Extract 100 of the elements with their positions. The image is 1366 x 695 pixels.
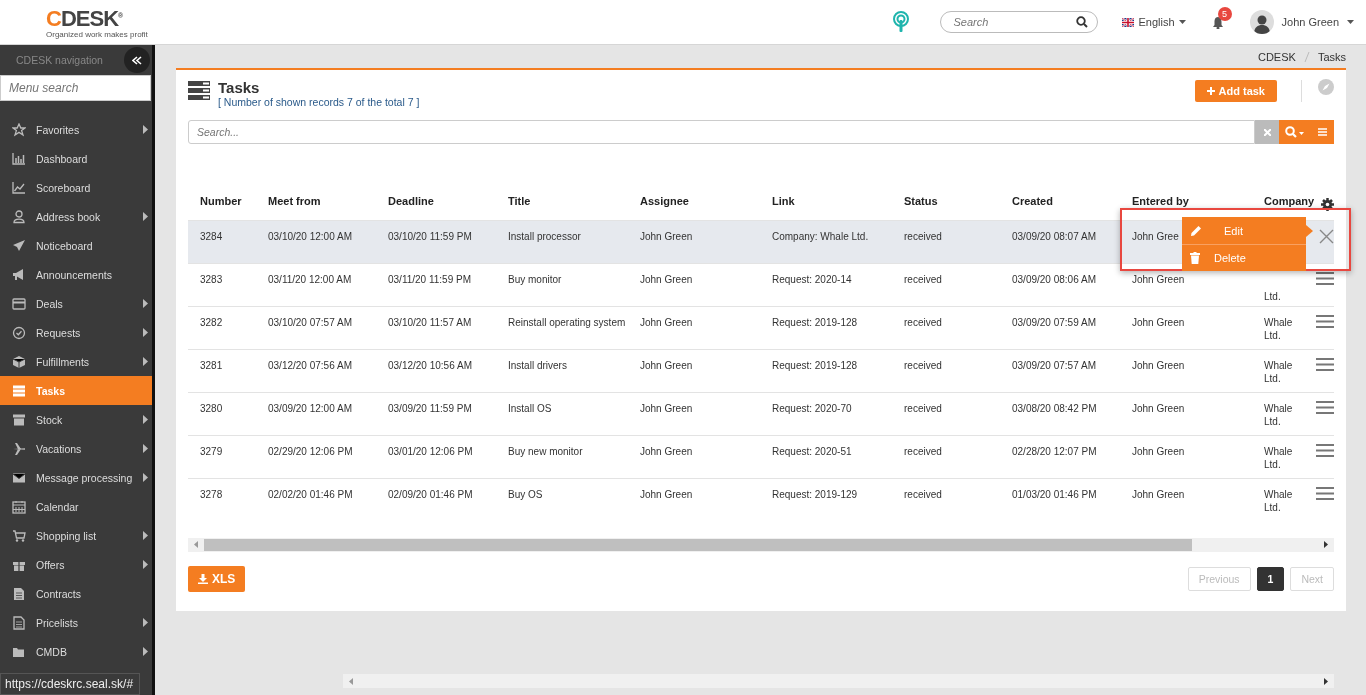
table-cell: 3281 bbox=[200, 360, 223, 371]
table-cell: 03/10/20 07:57 AM bbox=[268, 317, 352, 328]
document-icon bbox=[12, 615, 26, 630]
sidebar-item[interactable]: Fulfillments bbox=[0, 347, 152, 376]
menu-icon[interactable] bbox=[1316, 444, 1334, 457]
column-header[interactable]: Status bbox=[904, 195, 938, 207]
table-cell: 02/28/20 12:07 PM bbox=[1012, 446, 1097, 457]
user-menu[interactable]: John Green bbox=[1249, 10, 1354, 34]
sidebar-item[interactable]: Announcements bbox=[0, 260, 152, 289]
table-cell: 01/03/20 01:46 PM bbox=[1012, 489, 1097, 500]
table-row[interactable]: 3280 03/09/20 12:00 AM 03/09/20 11:59 PM Install OS John Green Request: 2020-70 received 03/08/20 08:42 PM John Green Whale Ltd. bbox=[188, 392, 1334, 436]
search-field[interactable]: Search... bbox=[188, 120, 1255, 144]
table-cell: Install processor bbox=[508, 231, 581, 242]
table-cell: 3284 bbox=[200, 231, 223, 242]
table-cell: 03/11/20 12:00 AM bbox=[268, 274, 352, 285]
column-header[interactable]: Link bbox=[772, 195, 795, 207]
settings-icon[interactable] bbox=[1321, 197, 1334, 211]
scroll-right-icon bbox=[1324, 677, 1329, 685]
collapse-button[interactable] bbox=[124, 47, 150, 73]
table-cell: Install OS bbox=[508, 403, 552, 414]
menu-icon[interactable] bbox=[1316, 358, 1334, 371]
sidebar-item[interactable]: Shopping list bbox=[0, 521, 152, 550]
table-cell: received bbox=[904, 446, 942, 457]
menu-icon bbox=[1317, 128, 1327, 136]
sidebar-item[interactable]: Message processing bbox=[0, 463, 152, 492]
column-header[interactable]: Number bbox=[200, 195, 242, 207]
table-cell: 03/09/20 08:07 AM bbox=[1012, 231, 1096, 242]
sidebar-title: CDESK navigation bbox=[16, 54, 103, 66]
download-icon bbox=[198, 573, 208, 584]
table-cell: received bbox=[904, 274, 942, 285]
horizontal-scrollbar[interactable] bbox=[188, 537, 1334, 552]
tagline: Organized work makes profit bbox=[46, 30, 149, 40]
column-header[interactable]: Entered by bbox=[1132, 195, 1189, 207]
table-cell: 03/09/20 07:59 AM bbox=[1012, 317, 1096, 328]
bar-chart-icon bbox=[12, 151, 26, 166]
menu-search-field[interactable]: Menu search bbox=[0, 75, 151, 101]
breadcrumb-link[interactable]: CDESK bbox=[1257, 50, 1296, 63]
sidebar-item[interactable]: Vacations bbox=[0, 434, 152, 463]
sidebar-item[interactable]: Stock bbox=[0, 405, 152, 434]
table-cell: John Green bbox=[640, 317, 693, 328]
table-cell: received bbox=[904, 231, 942, 242]
sidebar-item[interactable]: Pricelists bbox=[0, 608, 152, 637]
sidebar-item[interactable]: Deals bbox=[0, 289, 152, 318]
table-cell: received bbox=[904, 317, 942, 328]
table-row[interactable]: 3281 03/12/20 07:56 AM 03/12/20 10:56 AM Install drivers John Green Request: 2019-128 received 03/09/20 07:57 AM John Green Whale Ltd. bbox=[188, 349, 1334, 393]
table-cell: 03/10/20 11:59 PM bbox=[388, 231, 472, 242]
close-icon[interactable] bbox=[1319, 229, 1334, 244]
table-cell: John Green bbox=[640, 403, 693, 414]
column-header[interactable]: Deadline bbox=[388, 195, 434, 207]
search-field[interactable]: Search bbox=[940, 11, 1099, 33]
notification-badge: 5 bbox=[1217, 6, 1232, 21]
sidebar-item[interactable]: Requests bbox=[0, 318, 152, 347]
table-row[interactable]: 3283 03/11/20 12:00 AM 03/11/20 11:59 PM Buy monitor John Green Request: 2020-14 received 03/09/20 08:06 AM John Green Ltd. bbox=[188, 263, 1334, 307]
sidebar-item[interactable]: Favorites bbox=[0, 115, 152, 144]
record-count: [ Number of shown records 7 of the total 7 ] bbox=[218, 96, 420, 108]
sidebar-item[interactable]: Noticeboard bbox=[0, 231, 152, 260]
bell-icon[interactable] bbox=[1211, 15, 1224, 29]
archive-icon bbox=[12, 412, 26, 427]
breadcrumb-link[interactable]: Tasks bbox=[1317, 50, 1346, 63]
sidebar-item[interactable]: Dashboard bbox=[0, 144, 152, 173]
line-chart-icon bbox=[12, 180, 26, 195]
table-cell: Buy OS bbox=[508, 489, 543, 500]
sidebar-item[interactable]: Offers bbox=[0, 550, 152, 579]
sidebar-item[interactable]: Scoreboard bbox=[0, 173, 152, 202]
column-header[interactable]: Created bbox=[1012, 195, 1053, 207]
table-cell: 03/10/20 12:00 AM bbox=[268, 231, 352, 242]
sidebar-item[interactable]: Address book bbox=[0, 202, 152, 231]
column-header[interactable]: Assignee bbox=[640, 195, 689, 207]
menu-icon[interactable] bbox=[1316, 487, 1334, 500]
table-row[interactable]: 3282 03/10/20 07:57 AM 03/10/20 11:57 AM Reinstall operating system John Green Request: 2019-128 received 03/09/20 07:59 AM John Green Whale Ltd. bbox=[188, 306, 1334, 350]
airplane-icon bbox=[12, 441, 26, 456]
table-cell: John Green bbox=[640, 231, 693, 242]
column-header[interactable]: Title bbox=[508, 195, 531, 207]
menu-icon[interactable] bbox=[1316, 401, 1334, 414]
table-cell: 02/29/20 12:06 PM bbox=[268, 446, 353, 457]
page-button[interactable]: 1 bbox=[1256, 566, 1285, 591]
sidebar-item[interactable]: Contracts bbox=[0, 579, 152, 608]
column-header[interactable]: Company bbox=[1264, 195, 1314, 207]
menu-icon[interactable] bbox=[1316, 272, 1334, 285]
search-button[interactable] bbox=[1279, 120, 1310, 144]
table-cell: 03/12/20 07:56 AM bbox=[268, 360, 352, 371]
cart-icon bbox=[12, 528, 26, 543]
broadcast-icon[interactable] bbox=[892, 11, 911, 33]
card-icon bbox=[12, 296, 26, 311]
language-selector[interactable]: English bbox=[1122, 16, 1186, 28]
scroll-right-icon bbox=[1324, 541, 1328, 548]
sidebar-item[interactable]: CMDB bbox=[0, 637, 152, 666]
paper-plane-icon bbox=[12, 238, 26, 253]
table-cell: Buy new monitor bbox=[508, 446, 583, 457]
horizontal-scrollbar[interactable] bbox=[343, 674, 1334, 688]
table-cell: Company: Whale Ltd. bbox=[772, 231, 869, 242]
column-header[interactable]: Meet from bbox=[268, 195, 321, 207]
table-row[interactable]: 3279 02/29/20 12:06 PM 03/01/20 12:06 PM Buy new monitor John Green Request: 2020-51 received 02/28/20 12:07 PM John Green Whale Ltd. bbox=[188, 435, 1334, 479]
calendar-icon bbox=[12, 499, 26, 514]
check-circle-icon bbox=[12, 325, 26, 340]
sidebar-item[interactable]: Calendar bbox=[0, 492, 152, 521]
table-cell: 3278 bbox=[200, 489, 223, 500]
pencil-icon bbox=[1190, 224, 1202, 237]
menu-icon[interactable] bbox=[1316, 315, 1334, 328]
table-cell: 03/09/20 08:06 AM bbox=[1012, 274, 1096, 285]
